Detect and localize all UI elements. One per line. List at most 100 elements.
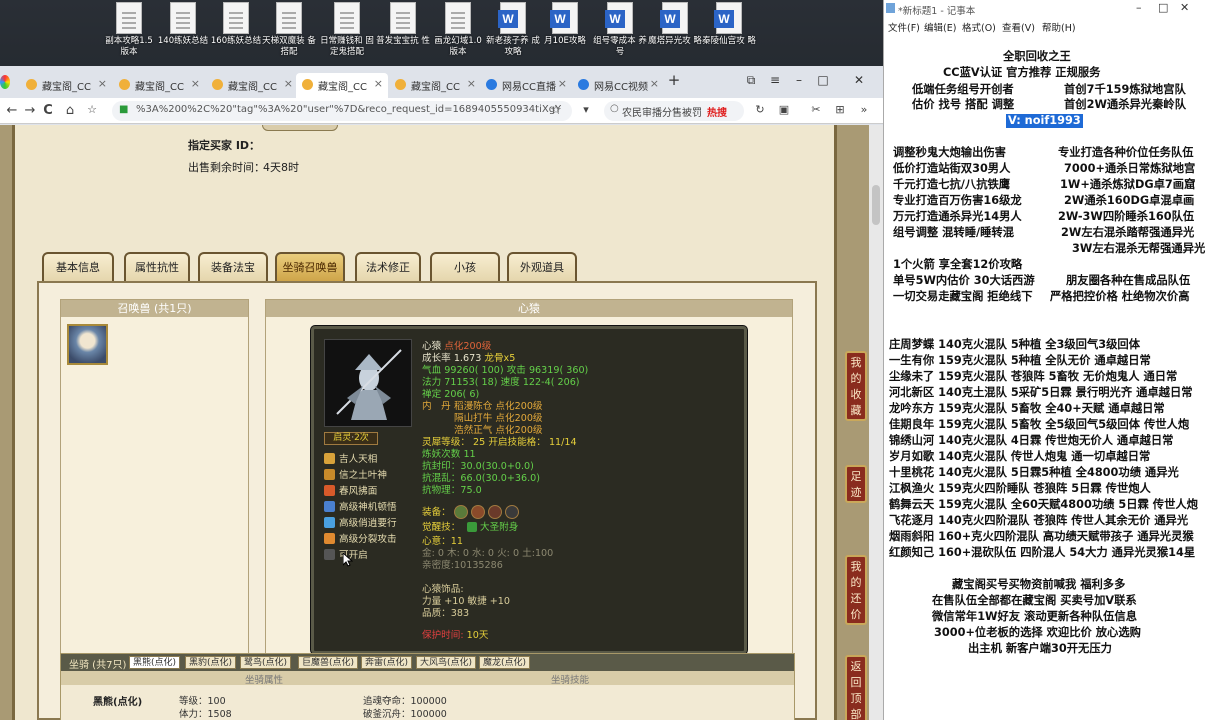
close-tab-icon[interactable]: × bbox=[374, 77, 383, 90]
skill-icon bbox=[324, 501, 335, 512]
desktop-file-icon[interactable]: 秦陵仙宫攻 略 bbox=[700, 2, 758, 66]
notepad-line: 单号5W内估价 30大话西游 bbox=[893, 274, 1035, 288]
forward-button[interactable]: → bbox=[22, 103, 38, 118]
home-button[interactable]: ⌂ bbox=[62, 103, 78, 118]
refresh-icon[interactable]: ↻ bbox=[752, 103, 768, 116]
back-button[interactable]: ← bbox=[4, 103, 20, 118]
notepad-text-area[interactable]: 全职回收之王CC蓝V认证 官方推荐 正规服务低端任务组号开创者首创7千159炼狱… bbox=[884, 36, 1212, 720]
notepad-close-button[interactable]: ✕ bbox=[1180, 1, 1189, 14]
mount-tab[interactable]: 黑熊(点化) bbox=[129, 656, 180, 669]
page-tab[interactable]: 装备法宝 bbox=[198, 252, 268, 281]
page-tab[interactable]: 基本信息 bbox=[42, 252, 114, 281]
maximize-button[interactable]: □ bbox=[814, 72, 832, 88]
url-field[interactable]: ■ %3A%200%2C%20"tag"%3A%20"user"%7D&reco… bbox=[112, 101, 572, 121]
notepad-menu-item[interactable]: 查看(V) bbox=[1002, 20, 1035, 34]
close-tab-icon[interactable]: × bbox=[98, 77, 107, 90]
mount-tab[interactable]: 奔雷(点化) bbox=[361, 656, 412, 669]
notepad-line: 7000+通杀日常炼狱地宫 bbox=[1064, 162, 1195, 176]
close-tab-icon[interactable]: × bbox=[191, 77, 200, 90]
desktop-file-label: 140练妖总结 bbox=[154, 36, 212, 47]
scissors-icon[interactable]: ✂ bbox=[808, 103, 824, 116]
pet-skill[interactable]: 吉人天相 bbox=[324, 451, 377, 465]
page-tab[interactable]: 外观道具 bbox=[507, 252, 577, 281]
mount-tab[interactable]: 魔龙(点化) bbox=[479, 656, 530, 669]
minimize-button[interactable]: – bbox=[790, 72, 808, 88]
page-tab[interactable]: 法术修正 bbox=[355, 252, 421, 281]
grid-icon[interactable]: ⊞ bbox=[832, 103, 848, 116]
close-tab-icon[interactable]: × bbox=[650, 77, 659, 90]
browser-tab[interactable]: 藏宝阁_CC× bbox=[113, 73, 205, 98]
pet-avatar-thumb[interactable] bbox=[67, 324, 108, 365]
page-tab[interactable]: 小孩 bbox=[430, 252, 500, 281]
browser-tab[interactable]: 藏宝阁_CC× bbox=[20, 73, 112, 98]
desktop-file-icon[interactable]: 140练妖总结 bbox=[154, 2, 212, 66]
new-tab-button[interactable]: + bbox=[665, 72, 683, 88]
notepad-minimize-button[interactable]: – bbox=[1136, 1, 1142, 14]
desktop-file-icon[interactable]: 天梯双魔装 备搭配 bbox=[260, 2, 318, 66]
pet-skill[interactable]: 高级神机顿悟 bbox=[324, 499, 397, 513]
desktop-file-icon[interactable]: 组号零成本 养号 bbox=[591, 2, 649, 66]
pet-skill[interactable]: 信之土叶神 bbox=[324, 467, 387, 481]
browser-tab[interactable]: 藏宝阁_CC× bbox=[389, 73, 481, 98]
notepad-menu-item[interactable]: 帮助(H) bbox=[1042, 20, 1076, 34]
kwuli-label: 抗物理： bbox=[422, 485, 460, 496]
hot-search-badge[interactable]: 热搜 bbox=[707, 104, 727, 119]
pet-skill[interactable]: 高级分裂攻击 bbox=[324, 531, 397, 545]
favorites-icon[interactable]: ☆ bbox=[84, 103, 100, 116]
browser-tab[interactable]: 藏宝阁_CC× bbox=[296, 73, 388, 98]
pet-skill[interactable]: 春风拂面 bbox=[324, 483, 377, 497]
dropdown-icon[interactable]: ▾ bbox=[578, 103, 594, 116]
desktop-file-icon[interactable]: 魔塔异光攻 略 bbox=[646, 2, 704, 66]
desktop-file-icon[interactable]: 160练妖总结 bbox=[207, 2, 265, 66]
mount-tab[interactable]: 鹭鸟(点化) bbox=[240, 656, 291, 669]
equip-slot-4-icon[interactable] bbox=[505, 505, 519, 519]
close-window-button[interactable]: ✕ bbox=[850, 72, 868, 88]
page-tab[interactable]: 坐骑召唤兽 bbox=[275, 252, 345, 281]
notepad-menu-item[interactable]: 文件(F) bbox=[888, 20, 920, 34]
notepad-line: 鹤舞云天 159克火混队 全60天赋4800功绩 5日霖 传世人炮 bbox=[889, 498, 1198, 512]
tab-bar: 藏宝阁_CC×藏宝阁_CC×藏宝阁_CC×藏宝阁_CC×藏宝阁_CC×网易CC直… bbox=[0, 66, 883, 98]
cbg-site-icon bbox=[302, 79, 313, 90]
desktop-file-icon[interactable]: 画龙幻域1.0 版本 bbox=[429, 2, 487, 66]
close-tab-icon[interactable]: × bbox=[467, 77, 476, 90]
mount-tab[interactable]: 黑豹(点化) bbox=[185, 656, 236, 669]
equip-slot-3-icon[interactable] bbox=[488, 505, 502, 519]
page-tab[interactable]: 属性抗性 bbox=[124, 252, 190, 281]
notepad-menu-item[interactable]: 编辑(E) bbox=[924, 20, 956, 34]
close-tab-icon[interactable]: × bbox=[558, 77, 567, 90]
scrollbar-thumb[interactable] bbox=[872, 185, 880, 225]
menu-icon[interactable]: ≡ bbox=[766, 72, 784, 88]
desktop-file-icon[interactable]: 新老孩子养 成攻略 bbox=[484, 2, 542, 66]
browser-tab[interactable]: 藏宝阁_CC× bbox=[206, 73, 298, 98]
notepad-menu-item[interactable]: 格式(O) bbox=[962, 20, 996, 34]
page-scrollbar[interactable] bbox=[869, 125, 883, 720]
qiling-badge[interactable]: 启灵·2次 bbox=[324, 432, 378, 445]
history-side-button[interactable]: 足迹 bbox=[845, 465, 867, 503]
reload-button[interactable]: C bbox=[40, 103, 56, 118]
pet-skill[interactable]: 高级俏逍要行 bbox=[324, 515, 397, 529]
desktop-file-icon[interactable]: 副本攻略1.5 版本 bbox=[100, 2, 158, 66]
close-tab-icon[interactable]: × bbox=[284, 77, 293, 90]
notepad-line: 专业打造百万伤害16级龙 bbox=[893, 194, 1022, 208]
desktop-file-icon[interactable]: 普发宝宝抗 性 bbox=[374, 2, 432, 66]
equip-slot-1-icon[interactable] bbox=[454, 505, 468, 519]
restore-tabs-icon[interactable]: ⧉ bbox=[742, 72, 760, 88]
notepad-line: 2W-3W四阶睡杀160队伍 bbox=[1058, 210, 1194, 224]
bargain-side-button[interactable]: 我的还价 bbox=[845, 555, 867, 625]
bookmark-star-icon[interactable]: ☆ bbox=[548, 103, 564, 118]
desktop-file-label: 画龙幻域1.0 版本 bbox=[429, 36, 487, 58]
mount-tab[interactable]: 大风鸟(点化) bbox=[416, 656, 476, 669]
back-to-top-button[interactable]: 返回顶部 bbox=[845, 655, 867, 720]
browser-tab[interactable]: 网易CC视频× bbox=[572, 73, 664, 98]
mp-label: 法力 bbox=[422, 377, 441, 388]
desktop-file-icon[interactable]: 日常赚钱和 固定鬼搭配 bbox=[318, 2, 376, 66]
screenshot-icon[interactable]: ▣ bbox=[776, 103, 792, 116]
desktop-file-icon[interactable]: 月10E攻略 bbox=[536, 2, 594, 66]
equip-slot-2-icon[interactable] bbox=[471, 505, 485, 519]
favorites-side-button[interactable]: 我的收藏 bbox=[845, 351, 867, 421]
secure-lock-icon: ■ bbox=[119, 104, 129, 116]
notepad-maximize-button[interactable]: □ bbox=[1158, 1, 1168, 14]
mount-tab[interactable]: 巨魔兽(点化) bbox=[298, 656, 358, 669]
more-icon[interactable]: » bbox=[856, 103, 872, 116]
browser-tab[interactable]: 网易CC直播× bbox=[480, 73, 572, 98]
